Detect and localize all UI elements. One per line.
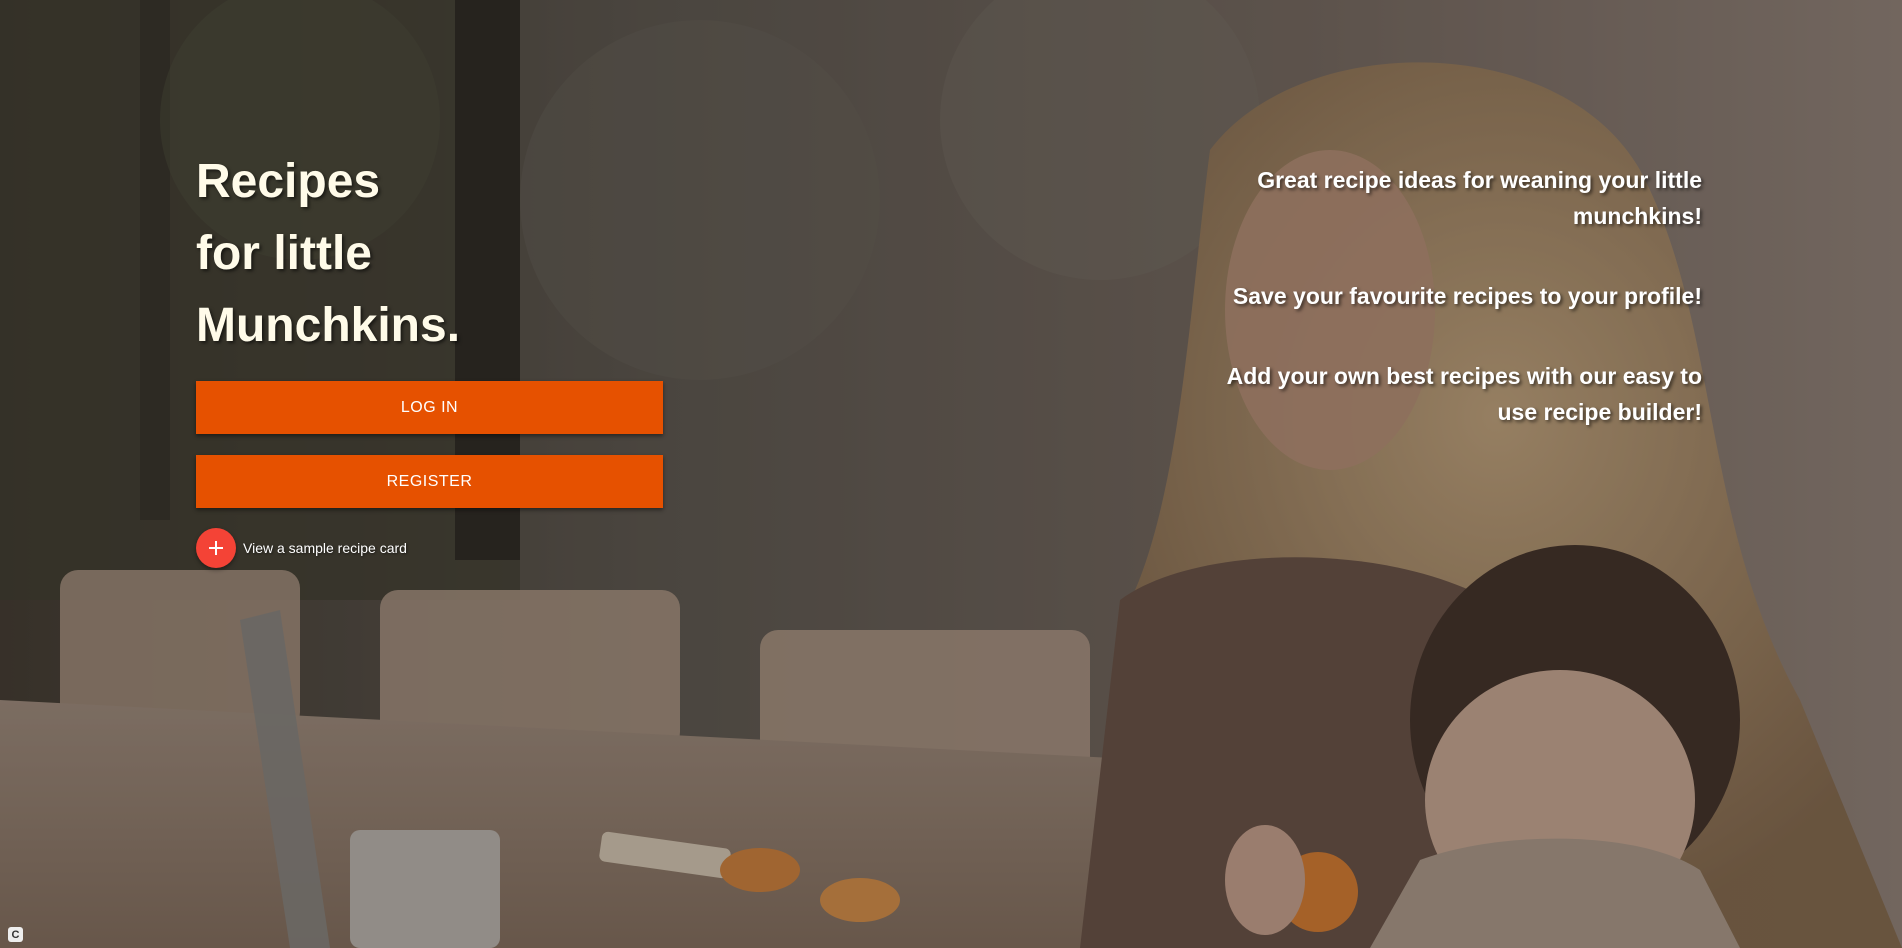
hero-section: Recipes for little Munchkins. LOG IN REG… [0, 0, 1902, 948]
feature-list: Great recipe ideas for weaning your litt… [1202, 162, 1702, 474]
headline-line-2: for little [196, 227, 372, 280]
plus-icon [209, 541, 223, 555]
headline-line-1: Recipes [196, 155, 381, 208]
view-sample-recipe-link[interactable]: View a sample recipe card [196, 528, 407, 568]
add-button[interactable] [196, 528, 236, 568]
headline-line-3: Munchkins. [196, 299, 461, 352]
feature-item: Add your own best recipes with our easy … [1226, 363, 1702, 425]
corner-badge[interactable]: C [8, 927, 23, 942]
feature-item: Great recipe ideas for weaning your litt… [1257, 167, 1702, 229]
register-button[interactable]: REGISTER [196, 455, 663, 508]
hero-headline: Recipes for little Munchkins. [196, 146, 460, 362]
login-button[interactable]: LOG IN [196, 381, 663, 434]
feature-item: Save your favourite recipes to your prof… [1232, 283, 1702, 309]
sample-recipe-label: View a sample recipe card [243, 540, 407, 556]
